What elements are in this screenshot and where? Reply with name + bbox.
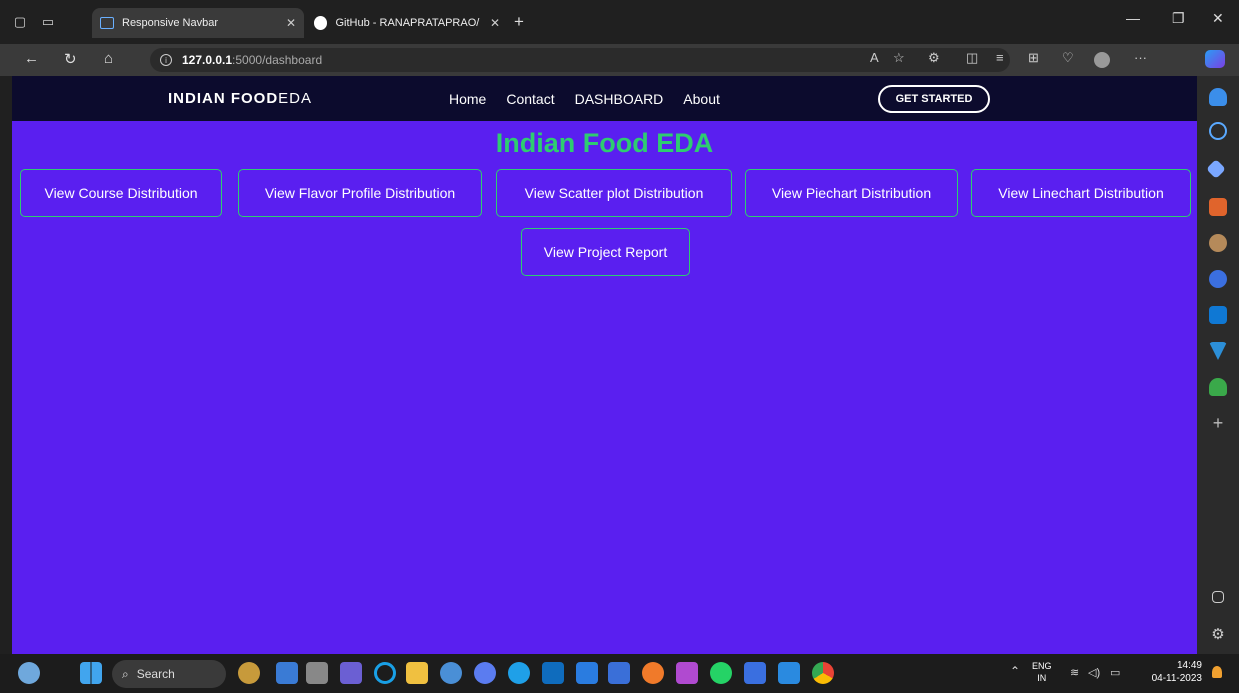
copilot-icon[interactable] (1205, 50, 1225, 68)
back-icon[interactable]: ← (24, 50, 39, 67)
view-linechart-button[interactable]: View Linechart Distribution (971, 169, 1191, 217)
minimize-icon[interactable]: — (1126, 10, 1140, 26)
new-tab-icon[interactable]: + (514, 12, 524, 32)
site-logo[interactable]: INDIAN FOODEDA (168, 90, 312, 107)
view-project-report-button[interactable]: View Project Report (521, 228, 690, 276)
settings-gear-icon[interactable]: ⚙ (1209, 626, 1227, 644)
wifi-icon[interactable]: ≋ (1070, 666, 1079, 679)
tab-github[interactable]: GitHub - RANAPRATAPRAO/Data ✕ (306, 8, 508, 38)
nav-links: Home Contact DASHBOARD About (449, 91, 720, 107)
address-bar-row: ← ↻ ⌂ i 127.0.0.1 :5000/dashboard A ☆ ⚙ … (0, 44, 1239, 76)
notification-icon[interactable] (1209, 88, 1227, 106)
page-viewport: INDIAN FOODEDA Home Contact DASHBOARD Ab… (12, 76, 1197, 654)
site-navbar: INDIAN FOODEDA Home Contact DASHBOARD Ab… (12, 76, 1197, 121)
app-icon[interactable] (440, 662, 462, 684)
taskbar-search[interactable]: ⌕ Search (112, 660, 226, 688)
outlook-icon[interactable] (1209, 306, 1227, 324)
firefox-icon[interactable] (642, 662, 664, 684)
get-started-button[interactable]: GET STARTED (878, 85, 990, 113)
logo-bold: INDIAN FOOD (168, 90, 279, 107)
app-icon[interactable] (744, 662, 766, 684)
more-menu-icon[interactable]: ··· (1134, 50, 1147, 65)
shopping-tag-icon[interactable] (1206, 159, 1226, 179)
page-icon (100, 17, 114, 29)
tab-label: GitHub - RANAPRATAPRAO/Data (335, 17, 480, 29)
read-aloud-icon[interactable]: A (870, 50, 879, 65)
collections-icon[interactable]: ⊞ (1028, 50, 1039, 66)
file-explorer-icon[interactable] (406, 662, 428, 684)
app-icon[interactable] (474, 662, 496, 684)
close-icon[interactable]: ✕ (480, 16, 500, 30)
favorite-star-icon[interactable]: ☆ (893, 50, 905, 66)
edge-icon[interactable] (508, 662, 530, 684)
app-icon[interactable] (676, 662, 698, 684)
url-field[interactable]: i 127.0.0.1 :5000/dashboard (150, 48, 1010, 72)
volume-icon[interactable]: ◁) (1088, 666, 1100, 679)
lang-bottom: IN (1037, 673, 1047, 683)
tab-label: Responsive Navbar (122, 17, 218, 29)
tab-responsive-navbar[interactable]: Responsive Navbar ✕ (92, 8, 304, 38)
info-icon[interactable]: i (160, 54, 172, 66)
home-icon[interactable]: ⌂ (104, 50, 113, 67)
send-icon[interactable] (1209, 342, 1227, 360)
page-title: Indian Food EDA (495, 128, 714, 158)
refresh-icon[interactable]: ↻ (64, 50, 77, 68)
chevron-up-icon[interactable]: ⌃ (1010, 664, 1020, 678)
sidebar-toggle-icon[interactable] (1212, 591, 1224, 603)
view-piechart-button[interactable]: View Piechart Distribution (745, 169, 958, 217)
app-icon[interactable] (576, 662, 598, 684)
nav-home[interactable]: Home (449, 91, 486, 107)
mail-icon[interactable] (542, 662, 564, 684)
search-icon: ⌕ (122, 666, 129, 681)
teams-icon[interactable] (340, 662, 362, 684)
cortana-icon[interactable] (374, 662, 396, 684)
start-windows-icon[interactable] (80, 662, 102, 684)
workspaces-icon[interactable]: ▢ (6, 8, 34, 36)
battery-icon[interactable]: ▭ (1110, 666, 1120, 679)
window-close-icon[interactable]: ✕ (1212, 10, 1224, 27)
logo-light: EDA (278, 90, 313, 107)
nav-about[interactable]: About (683, 91, 720, 107)
whatsapp-icon[interactable] (710, 662, 732, 684)
close-icon[interactable]: ✕ (276, 16, 296, 30)
add-icon[interactable]: + (1209, 414, 1227, 432)
clock[interactable]: 14:49 04-11-2023 (1132, 659, 1202, 685)
url-path: :5000/dashboard (232, 53, 323, 67)
language-indicator[interactable]: ENG IN (1032, 660, 1052, 684)
view-course-distribution-button[interactable]: View Course Distribution (20, 169, 222, 217)
games-icon[interactable] (1209, 234, 1227, 252)
widgets-icon[interactable] (238, 662, 260, 684)
nav-contact[interactable]: Contact (506, 91, 554, 107)
profile-avatar[interactable] (1094, 52, 1110, 68)
tab-actions-icon[interactable]: ▭ (34, 8, 62, 36)
lang-top: ENG (1032, 661, 1052, 671)
favorites-icon[interactable]: ≡ (996, 50, 1004, 65)
nav-dashboard[interactable]: DASHBOARD (575, 91, 664, 107)
restore-icon[interactable]: ❐ (1172, 10, 1185, 27)
user-avatar-icon[interactable] (18, 662, 40, 684)
tools-icon[interactable] (1209, 198, 1227, 216)
health-icon[interactable]: ♡ (1062, 50, 1074, 66)
edge-sidebar: + ⚙ (1197, 76, 1239, 654)
url-host: 127.0.0.1 (182, 53, 233, 67)
app-icon[interactable] (276, 662, 298, 684)
chrome-icon[interactable] (812, 662, 834, 684)
clock-time: 14:49 (1176, 660, 1202, 671)
clock-date: 04-11-2023 (1151, 673, 1202, 684)
view-scatter-plot-button[interactable]: View Scatter plot Distribution (496, 169, 732, 217)
windows-taskbar: ⌕ Search ⌃ ENG IN ≋ ◁) ▭ 14:49 04-11-202… (0, 654, 1239, 693)
app-icon[interactable] (608, 662, 630, 684)
task-view-icon[interactable] (306, 662, 328, 684)
extensions-icon[interactable]: ⚙ (928, 50, 940, 66)
vscode-icon[interactable] (778, 662, 800, 684)
github-icon (314, 16, 328, 30)
split-screen-icon[interactable]: ◫ (966, 50, 978, 66)
notification-bell-icon[interactable] (1212, 666, 1222, 678)
search-label: Search (136, 667, 175, 681)
search-icon[interactable] (1209, 122, 1227, 140)
tree-icon[interactable] (1209, 378, 1227, 396)
view-flavor-profile-button[interactable]: View Flavor Profile Distribution (238, 169, 482, 217)
copilot-sidebar-icon[interactable] (1209, 270, 1227, 288)
browser-titlebar: ▢ ▭ Responsive Navbar ✕ GitHub - RANAPRA… (0, 0, 1239, 44)
